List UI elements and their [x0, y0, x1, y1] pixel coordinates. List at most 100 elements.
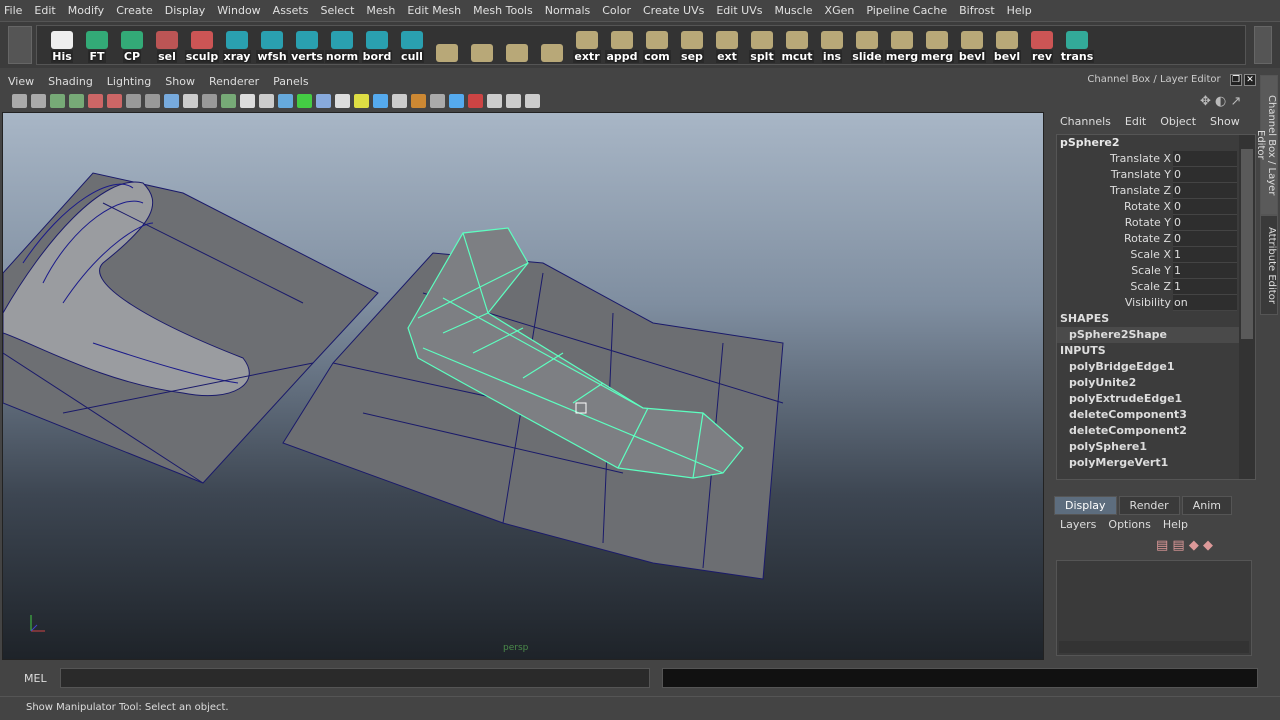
attribute-row[interactable]: Rotate Z0	[1057, 231, 1255, 247]
layer-menu-help[interactable]: Help	[1163, 518, 1188, 531]
close-panel-button[interactable]: ✕	[1244, 74, 1256, 86]
shelf-button-cylinder[interactable]	[535, 27, 569, 63]
attribute-row[interactable]: Scale Y1	[1057, 263, 1255, 279]
viewport-tool-icon[interactable]	[487, 94, 502, 108]
float-panel-button[interactable]: ❐	[1230, 74, 1242, 86]
shelf-button-cull[interactable]: cull	[395, 27, 429, 63]
layer-buttons-icons[interactable]: ▤ ▤ ◆ ◆	[1156, 538, 1213, 553]
attribute-name[interactable]: Rotate Y	[1057, 215, 1173, 231]
attribute-value[interactable]: 0	[1173, 231, 1237, 247]
attribute-value[interactable]: 0	[1173, 183, 1237, 199]
viewport-tool-icon[interactable]	[164, 94, 179, 108]
viewport-tool-icon[interactable]	[430, 94, 445, 108]
layer-menu-options[interactable]: Options	[1108, 518, 1150, 531]
viewport-tool-icon[interactable]	[69, 94, 84, 108]
attribute-name[interactable]: Translate Z	[1057, 183, 1173, 199]
shelf-button-sculp[interactable]: sculp	[184, 27, 220, 63]
input-node[interactable]: polySphere1	[1057, 439, 1255, 455]
viewport-tool-icon[interactable]	[145, 94, 160, 108]
shelf-button-bevl[interactable]: bevl	[990, 27, 1024, 63]
attribute-row[interactable]: Translate X0	[1057, 151, 1255, 167]
viewport-tool-icon[interactable]	[240, 94, 255, 108]
shelf-button-ext[interactable]: ext	[710, 27, 744, 63]
viewport-tool-icon[interactable]	[449, 94, 464, 108]
attribute-value[interactable]: 1	[1173, 247, 1237, 263]
shelf-button-slide[interactable]: slide	[850, 27, 884, 63]
attribute-value[interactable]: 0	[1173, 151, 1237, 167]
attribute-row[interactable]: Translate Z0	[1057, 183, 1255, 199]
shelf-button-merg[interactable]: merg	[919, 27, 955, 63]
shelf-button-splt[interactable]: splt	[745, 27, 779, 63]
viewport-tool-icon[interactable]	[126, 94, 141, 108]
layer-list[interactable]	[1056, 560, 1252, 656]
viewport-tool-icon[interactable]	[411, 94, 426, 108]
shelf-button-com[interactable]: com	[640, 27, 674, 63]
attribute-row[interactable]: Scale Z1	[1057, 279, 1255, 295]
shape-node[interactable]: pSphere2Shape	[1057, 327, 1255, 343]
shelf-button-sep[interactable]: sep	[675, 27, 709, 63]
attribute-value[interactable]: 0	[1173, 215, 1237, 231]
attribute-row[interactable]: Visibility on	[1057, 295, 1255, 311]
menu-mesh-tools[interactable]: Mesh Tools	[473, 4, 533, 17]
shelf-button-cube[interactable]	[465, 27, 499, 63]
viewport-menu-renderer[interactable]: Renderer	[209, 75, 259, 88]
shelf-button-bevl[interactable]: bevl	[955, 27, 989, 63]
viewport-tool-icon[interactable]	[221, 94, 236, 108]
viewport-tool-icon[interactable]	[12, 94, 27, 108]
menu-pipeline-cache[interactable]: Pipeline Cache	[866, 4, 947, 17]
attribute-name[interactable]: Rotate Z	[1057, 231, 1173, 247]
viewport-tool-icon[interactable]	[297, 94, 312, 108]
viewport-tool-icon[interactable]	[506, 94, 521, 108]
menu-edit[interactable]: Edit	[34, 4, 55, 17]
shelf-button-bord[interactable]: bord	[360, 27, 394, 63]
viewport-menu-shading[interactable]: Shading	[48, 75, 93, 88]
menu-normals[interactable]: Normals	[545, 4, 591, 17]
attribute-row[interactable]: Scale X1	[1057, 247, 1255, 263]
menu-edit-mesh[interactable]: Edit Mesh	[407, 4, 461, 17]
input-node[interactable]: polyMergeVert1	[1057, 455, 1255, 471]
shelf-button-appd[interactable]: appd	[605, 27, 639, 63]
shelf-button-sphere[interactable]	[500, 27, 534, 63]
menu-modify[interactable]: Modify	[68, 4, 104, 17]
tab-render[interactable]: Render	[1118, 496, 1180, 515]
attribute-row[interactable]: Translate Y0	[1057, 167, 1255, 183]
attribute-name[interactable]: Visibility	[1057, 295, 1173, 311]
viewport-tool-icon[interactable]	[468, 94, 483, 108]
channel-menu-edit[interactable]: Edit	[1125, 115, 1146, 128]
channel-menu-show[interactable]: Show	[1210, 115, 1240, 128]
viewport-menu-show[interactable]: Show	[165, 75, 195, 88]
tab-attribute-editor[interactable]: Attribute Editor	[1260, 215, 1278, 315]
attribute-row[interactable]: Rotate X0	[1057, 199, 1255, 215]
attribute-value[interactable]: on	[1173, 295, 1237, 311]
shelf-button-FT[interactable]: FT	[80, 27, 114, 63]
input-node[interactable]: polyUnite2	[1057, 375, 1255, 391]
viewport-tool-icon[interactable]	[31, 94, 46, 108]
attribute-name[interactable]: Translate X	[1057, 151, 1173, 167]
viewport-tool-icon[interactable]	[202, 94, 217, 108]
viewport-tool-icon[interactable]	[278, 94, 293, 108]
command-input[interactable]	[60, 668, 650, 688]
shelf-scroll[interactable]	[1254, 26, 1272, 64]
channel-menu-channels[interactable]: Channels	[1060, 115, 1111, 128]
shelf-button-His[interactable]: His	[45, 27, 79, 63]
shelf-tabs-button[interactable]	[8, 26, 32, 64]
menu-create[interactable]: Create	[116, 4, 153, 17]
shelf-button-ins[interactable]: ins	[815, 27, 849, 63]
viewport-3d[interactable]: persp	[2, 112, 1044, 660]
shelf-button-trans[interactable]: trans	[1059, 27, 1095, 63]
shelf-button-wfsh[interactable]: wfsh	[255, 27, 289, 63]
input-node[interactable]: polyExtrudeEdge1	[1057, 391, 1255, 407]
viewport-tool-icon[interactable]	[335, 94, 350, 108]
shelf-button-rev[interactable]: rev	[1025, 27, 1059, 63]
menu-assets[interactable]: Assets	[273, 4, 309, 17]
viewport-menu-view[interactable]: View	[8, 75, 34, 88]
viewport-tool-icon[interactable]	[373, 94, 388, 108]
attribute-name[interactable]: Translate Y	[1057, 167, 1173, 183]
menu-edit-uvs[interactable]: Edit UVs	[716, 4, 762, 17]
layer-menu-layers[interactable]: Layers	[1060, 518, 1096, 531]
input-node[interactable]: polyBridgeEdge1	[1057, 359, 1255, 375]
viewport-tool-icon[interactable]	[525, 94, 540, 108]
viewport-tool-icon[interactable]	[392, 94, 407, 108]
menu-color[interactable]: Color	[602, 4, 631, 17]
attribute-row[interactable]: Rotate Y0	[1057, 215, 1255, 231]
